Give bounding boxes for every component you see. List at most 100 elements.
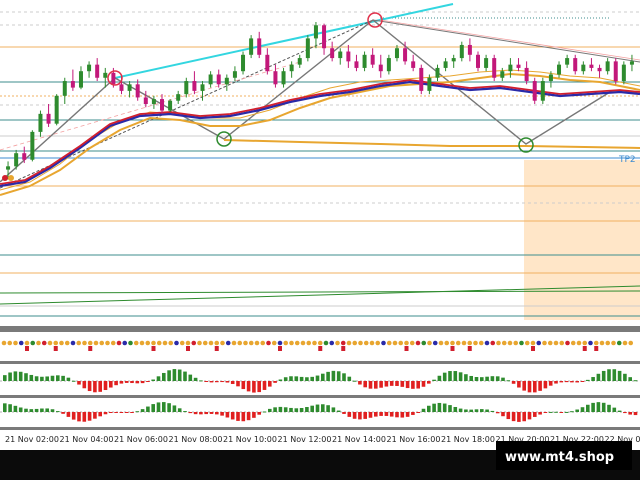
histogram-bar — [151, 379, 155, 381]
histogram-bar — [570, 411, 574, 413]
candle-body — [362, 54, 367, 68]
histogram-bar — [448, 371, 452, 381]
histogram-bar — [193, 377, 198, 381]
histogram-bar — [241, 381, 246, 390]
histogram-bar — [215, 412, 219, 415]
candle-body — [160, 99, 164, 111]
signal-dot — [490, 340, 496, 346]
signal-dot — [404, 340, 409, 346]
candle-body — [127, 84, 132, 91]
histogram-bar — [305, 407, 309, 412]
histogram-bar — [416, 381, 420, 389]
histogram-bar — [220, 381, 224, 383]
signal-dot — [254, 340, 260, 346]
signal-dot — [133, 340, 139, 346]
histogram-bar — [538, 381, 542, 391]
histogram-bar — [294, 376, 299, 381]
histogram-bar — [29, 409, 34, 412]
histogram-bar — [172, 405, 177, 412]
histogram-bar — [421, 408, 426, 412]
candle-body — [257, 38, 262, 55]
signal-dot — [306, 340, 312, 346]
candle-body — [621, 64, 626, 82]
candle-body — [386, 58, 391, 72]
histogram-bar — [18, 407, 23, 412]
histogram-bar — [363, 381, 367, 388]
histogram-bar — [384, 412, 389, 416]
histogram-bar — [389, 412, 394, 417]
histogram-bar — [379, 412, 383, 416]
histogram-bar — [411, 412, 415, 415]
target-zone — [524, 160, 640, 320]
candle-body — [30, 131, 35, 160]
histogram-bar — [395, 412, 399, 418]
histogram-bar — [596, 402, 601, 412]
signal-dot — [168, 340, 174, 346]
signal-dot — [346, 340, 352, 346]
histogram-bar — [331, 370, 336, 381]
histogram-bar — [453, 371, 458, 381]
histogram-bar — [336, 371, 341, 381]
histogram-bar — [109, 381, 113, 388]
signal-dot — [300, 340, 306, 346]
histogram-bar — [310, 405, 314, 412]
histogram-bar — [554, 411, 558, 413]
histogram-bar — [342, 412, 346, 414]
x-tick-label: 21 Nov 16:00 — [387, 435, 441, 444]
histogram-bar — [156, 376, 161, 381]
candle-body — [111, 72, 116, 85]
signal-dot — [542, 340, 547, 346]
signal-dot — [220, 340, 225, 346]
signal-dot — [536, 340, 542, 346]
histogram-bar — [45, 376, 49, 381]
candle-body — [103, 72, 108, 78]
histogram-bar — [480, 409, 484, 412]
histogram-bar — [199, 412, 203, 415]
signal-bar — [278, 346, 282, 351]
histogram-bar — [453, 406, 458, 412]
signal-dots-panel — [1, 340, 634, 351]
histogram-bar — [98, 412, 102, 417]
histogram-bar — [533, 412, 537, 417]
candle-body — [54, 95, 59, 124]
histogram-bar — [405, 412, 410, 417]
histogram-bar — [215, 381, 219, 383]
histogram-bar — [283, 377, 288, 381]
histogram-bar — [352, 380, 357, 382]
histogram-bar — [209, 412, 214, 414]
candle-body — [532, 81, 537, 101]
signal-dot — [266, 340, 271, 346]
histogram-bar — [156, 402, 161, 412]
histogram-bar — [87, 412, 92, 421]
candle-body — [492, 58, 497, 78]
signal-dot — [501, 340, 507, 346]
histogram-bar — [442, 372, 447, 381]
histogram-bar — [501, 377, 505, 381]
histogram-bar — [395, 381, 399, 386]
candle-body — [249, 38, 254, 55]
signal-dot — [415, 340, 421, 346]
histogram-bar — [405, 381, 410, 389]
signal-dot — [271, 340, 277, 346]
candle-body — [78, 71, 83, 88]
candle-body — [597, 67, 602, 72]
signal-dot — [110, 340, 116, 346]
histogram-bar — [458, 372, 463, 381]
signal-dot — [64, 340, 70, 346]
histogram-bar — [225, 412, 230, 418]
candle-body — [273, 71, 278, 85]
histogram-bar — [236, 381, 240, 387]
histogram-bar — [607, 369, 611, 381]
candle-body — [330, 48, 335, 59]
histogram-bar — [135, 411, 140, 413]
histogram-bar — [183, 411, 187, 413]
candle-body — [22, 153, 27, 160]
signal-dot — [363, 340, 369, 346]
histogram-bar — [146, 406, 150, 412]
histogram-bar — [29, 374, 34, 381]
signal-dot — [179, 340, 185, 346]
candle-body — [540, 81, 545, 101]
candle-body — [573, 58, 578, 72]
histogram-bar — [511, 412, 516, 422]
histogram-bar — [119, 412, 124, 413]
